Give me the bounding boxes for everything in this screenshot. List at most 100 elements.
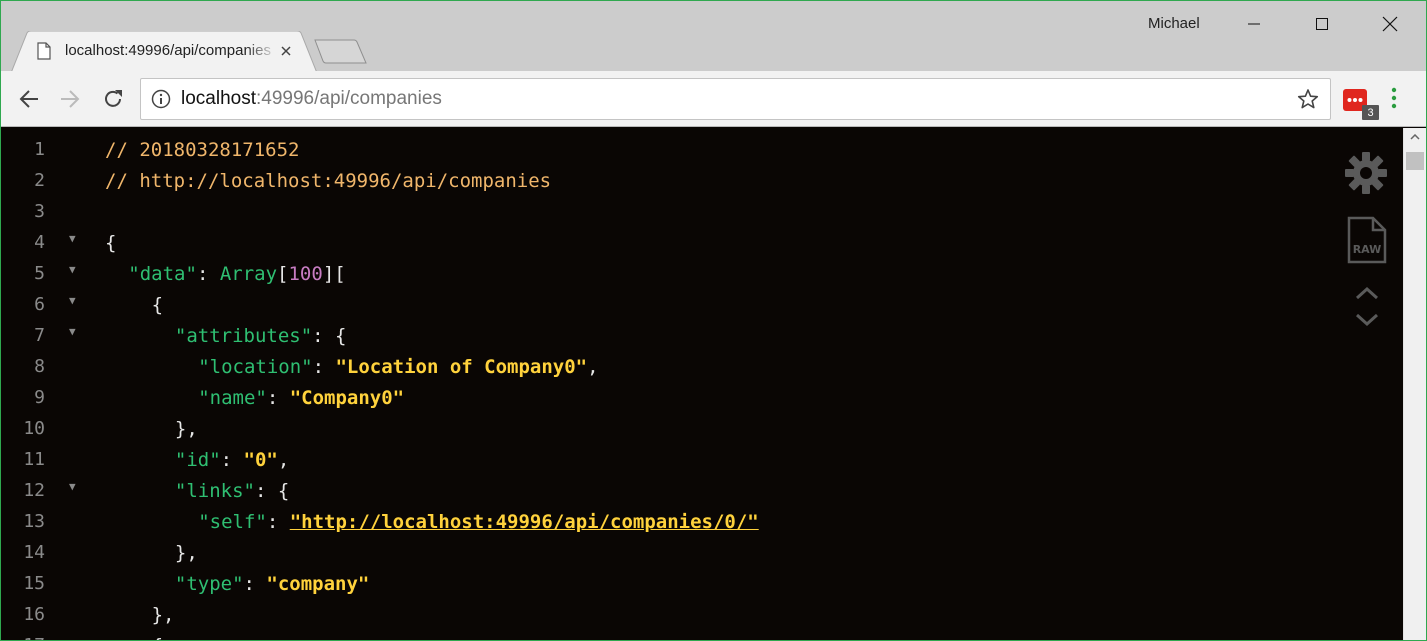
json-token: "type" [174,573,244,595]
json-token: "0" [243,449,278,471]
expand-down-icon[interactable] [1355,312,1379,333]
code-line: 5 ▼ "data": Array[100][ [1,258,1341,289]
line-number: 8 [34,356,45,377]
json-token: , [587,356,599,378]
code-text: { [152,635,163,640]
code-text: }, [152,604,175,626]
json-viewer: 1 // 20180328171652 2 // http://localhost:4… [1,128,1403,640]
code-line: 17 { [1,630,1341,640]
reload-icon [105,90,122,107]
close-window-button[interactable] [1356,1,1424,47]
line-number: 9 [34,387,45,408]
json-token: }, [174,418,198,440]
address-bar[interactable]: localhost:49996/api/companies [140,78,1331,120]
code-text: "attributes": { [175,325,347,347]
code-text: "type": "company" [175,573,369,595]
line-number: 4 [34,232,45,253]
active-tab[interactable]: localhost:49996/api/companies [11,31,317,73]
code-line: 16}, [1,599,1341,630]
fold-toggle-icon[interactable]: ▼ [69,232,76,245]
vertical-scrollbar[interactable] [1403,128,1426,640]
json-token: , [277,449,290,471]
arrow-right-icon [61,90,80,108]
fold-toggle-icon[interactable]: ▼ [69,263,76,276]
json-token: // http://localhost:49996/api/companies [105,170,552,192]
json-token: { [152,635,163,640]
url-text[interactable]: localhost:49996/api/companies [181,88,442,110]
json-token: "company" [266,573,370,595]
json-token: 100 [288,263,323,285]
page-icon [37,42,51,65]
code-text: // http://localhost:49996/api/companies [105,170,551,192]
json-link[interactable]: "http://localhost:49996/api/companies/0/… [290,511,759,533]
code-text: // 20180328171652 [105,139,299,161]
minimize-button[interactable] [1220,1,1288,47]
json-token: }, [174,542,198,564]
line-number: 2 [34,170,45,191]
code-line: 8 "location": "Location of Company0", [1,351,1341,382]
fold-toggle-icon[interactable]: ▼ [69,294,76,307]
json-token: // 20180328171652 [105,139,300,161]
json-token: "self" [198,511,267,533]
collapse-up-icon[interactable] [1355,285,1379,306]
json-token: : { [312,325,347,347]
forward-button[interactable] [56,85,84,113]
minimize-icon [1248,23,1260,25]
json-token: "id" [174,449,221,471]
extension-badge: 3 [1362,105,1379,120]
url-host: localhost [181,88,256,109]
json-token: "location" [198,356,313,378]
fold-toggle-icon[interactable]: ▼ [69,325,76,338]
json-token: { [105,232,117,254]
json-token: }, [151,604,175,626]
scroll-up-arrow-icon [1410,133,1420,140]
json-token: Array [219,263,278,285]
line-number: 17 [1,635,45,640]
scroll-thumb[interactable] [1406,152,1424,170]
code-text: "name": "Company0" [198,387,404,409]
maximize-icon [1316,18,1328,30]
json-token: "data" [128,263,197,285]
json-token: : [243,573,267,595]
line-number: 11 [23,449,45,470]
back-button[interactable] [15,85,43,113]
url-path: :49996/api/companies [256,88,442,109]
viewer-tools-panel: RAW [1339,151,1395,341]
code-text: "location": "Location of Company0", [198,356,598,378]
tab-close-button[interactable] [277,42,295,60]
new-tab-button[interactable] [314,39,368,65]
json-token: : [312,356,336,378]
menu-button[interactable] [1391,87,1397,114]
close-tab-icon [281,46,291,56]
raw-view-icon[interactable]: RAW [1347,216,1387,269]
line-number: 6 [34,294,45,315]
line-number: 3 [34,201,45,222]
json-token: : [266,387,290,409]
browser-toolbar: localhost:49996/api/companies [1,71,1426,127]
maximize-button[interactable] [1288,1,1356,47]
code-text: "links": { [175,480,289,502]
profile-name[interactable]: Michael [1148,15,1200,32]
code-line: 14}, [1,537,1341,568]
code-line: 2 // http://localhost:49996/api/companies [1,165,1341,196]
info-icon[interactable] [151,89,171,114]
arrow-left-icon [19,90,38,108]
line-number: 10 [23,418,45,439]
json-token: "attributes" [174,325,313,347]
json-token: : { [254,480,290,502]
code-line: 12 ▼ "links": { [1,475,1341,506]
code-text: { [105,232,116,254]
json-token: [ [277,263,289,285]
code-line: 1 // 20180328171652 [1,134,1341,165]
code-line: 4 ▼ { [1,227,1341,258]
settings-gear-icon[interactable] [1344,151,1388,200]
raw-label: RAW [1353,243,1382,256]
code-line: 6 ▼ { [1,289,1341,320]
json-token: : [220,449,244,471]
scroll-up-button[interactable] [1404,128,1426,145]
reload-button[interactable] [99,85,127,113]
bookmark-star-icon[interactable] [1297,88,1319,115]
tab-title: localhost:49996/api/companies [65,42,271,59]
fold-toggle-icon[interactable]: ▼ [69,480,76,493]
code-text: "data": Array[100][ [128,263,345,285]
